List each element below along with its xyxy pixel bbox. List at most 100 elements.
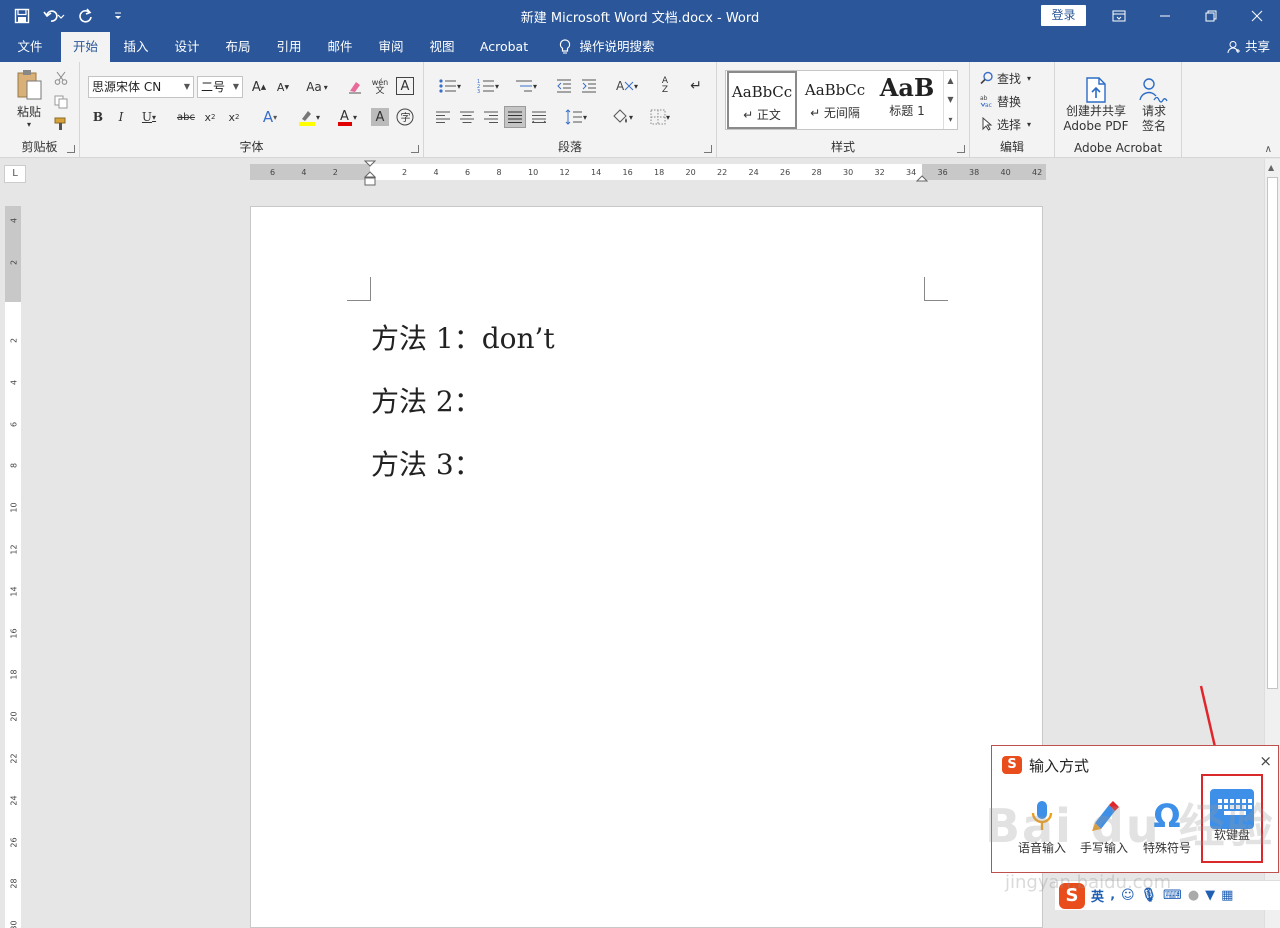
dialog-launcher-icon[interactable] (957, 145, 965, 153)
bold-icon[interactable]: B (89, 108, 107, 126)
tab-layout[interactable]: 布局 (216, 32, 260, 62)
gallery-scroll[interactable]: ▲ ▼ ▾ (943, 71, 957, 129)
align-left-icon[interactable] (434, 108, 452, 126)
tab-design[interactable]: 设计 (165, 32, 209, 62)
keyboard-icon[interactable]: ⌨ (1163, 888, 1182, 903)
create-share-pdf-button[interactable]: 创建并共享 Adobe PDF (1061, 70, 1131, 140)
borders-icon[interactable]: ▾ (644, 107, 676, 127)
punctuation-icon[interactable]: ‚ (1110, 888, 1115, 903)
login-button[interactable]: 登录 (1041, 5, 1086, 26)
highlight-color-icon[interactable]: ▾ (292, 107, 326, 127)
shrink-font-icon[interactable]: A ▼ (273, 77, 293, 97)
tab-references[interactable]: 引用 (267, 32, 311, 62)
user-icon[interactable]: ● (1188, 888, 1199, 903)
line-spacing-icon[interactable]: ▾ (560, 107, 592, 127)
tab-home[interactable]: 开始 (61, 32, 110, 62)
handwriting-input-button[interactable]: 手写输入 (1076, 796, 1132, 862)
language-mode-toggle[interactable]: 英 (1091, 886, 1104, 905)
request-signature-button[interactable]: 请求 签名 (1135, 70, 1173, 140)
restore-icon[interactable] (1188, 0, 1234, 32)
tab-view[interactable]: 视图 (420, 32, 464, 62)
select-button[interactable]: 选择 ▾ (980, 115, 1048, 133)
find-button[interactable]: 查找 ▾ (980, 69, 1048, 87)
character-border-icon[interactable]: A (396, 77, 414, 95)
paste-button[interactable]: 粘贴 ▾ (10, 68, 48, 130)
ribbon-display-options-icon[interactable] (1096, 0, 1142, 32)
change-case-button[interactable]: Aa ▾ (300, 77, 334, 97)
replace-button[interactable]: ab ac 替换 (980, 92, 1048, 110)
undo-icon[interactable] (42, 4, 66, 28)
decrease-indent-icon[interactable] (554, 76, 574, 96)
dialog-launcher-icon[interactable] (411, 145, 419, 153)
subscript-icon[interactable]: x2 (201, 108, 219, 126)
dialog-launcher-icon[interactable] (67, 145, 75, 153)
style-normal[interactable]: AaBbCc ↵ 正文 (727, 71, 797, 129)
numbering-icon[interactable]: 1 2 3 ▾ (472, 76, 504, 96)
share-button[interactable]: 共享 (1227, 32, 1270, 62)
text-effects-icon[interactable]: A ▾ (255, 107, 285, 127)
format-painter-icon[interactable] (52, 115, 70, 133)
redo-icon[interactable] (74, 4, 98, 28)
character-shading-icon[interactable]: A (371, 108, 389, 126)
increase-indent-icon[interactable] (579, 76, 599, 96)
italic-icon[interactable]: I (112, 108, 130, 126)
enclose-characters-icon[interactable]: 字 (395, 107, 415, 127)
special-symbols-button[interactable]: Ω 特殊符号 (1139, 796, 1195, 862)
doc-paragraph-2[interactable]: 方法 2： (371, 380, 482, 420)
chevron-down-icon[interactable]: ▼ (947, 95, 953, 104)
toolbox-icon[interactable]: ▦ (1221, 888, 1233, 903)
doc-paragraph-1[interactable]: 方法 1：don’t (371, 317, 555, 357)
doc-paragraph-3[interactable]: 方法 3： (371, 443, 482, 483)
tab-acrobat[interactable]: Acrobat (474, 32, 534, 62)
tab-insert[interactable]: 插入 (114, 32, 158, 62)
tab-mailings[interactable]: 邮件 (318, 32, 362, 62)
bullets-icon[interactable]: ▾ (434, 76, 466, 96)
scroll-thumb[interactable] (1267, 177, 1278, 689)
font-size-combo[interactable]: 二号 ▼ (197, 76, 243, 98)
tell-me-search[interactable]: 操作说明搜索 (552, 32, 662, 62)
align-center-icon[interactable] (458, 108, 476, 126)
microphone-icon[interactable]: 🎙 (1141, 888, 1158, 903)
gallery-more-icon[interactable]: ▾ (948, 115, 952, 124)
indent-marker-icon[interactable] (364, 160, 376, 188)
horizontal-ruler[interactable]: 6 4 2 2 4 6 8 10 12 14 16 18 20 22 24 26 28 30 32 34 36 38 40 4… (250, 160, 1046, 186)
grow-font-icon[interactable]: A ▲ (249, 77, 269, 97)
distributed-icon[interactable] (530, 108, 548, 126)
dialog-launcher-icon[interactable] (704, 145, 712, 153)
save-icon[interactable] (10, 4, 34, 28)
style-heading-1[interactable]: AaB 标题 1 (872, 71, 942, 129)
close-icon[interactable] (1234, 0, 1280, 32)
phonetic-guide-icon[interactable]: wén 文 (370, 75, 390, 99)
chevron-up-icon[interactable]: ▲ (947, 76, 953, 85)
document-page[interactable]: 方法 1：don’t 方法 2： 方法 3： (250, 206, 1043, 928)
clear-formatting-icon[interactable] (345, 77, 365, 97)
minimize-icon[interactable] (1142, 0, 1188, 32)
copy-icon[interactable] (52, 93, 70, 111)
align-right-icon[interactable] (482, 108, 500, 126)
justify-icon[interactable] (504, 106, 526, 128)
style-no-spacing[interactable]: AaBbCc ↵ 无间隔 (800, 71, 870, 129)
voice-input-button[interactable]: 语音输入 (1014, 796, 1070, 862)
collapse-ribbon-icon[interactable]: ∧ (1265, 144, 1272, 155)
right-indent-marker-icon[interactable] (916, 172, 928, 182)
tab-file[interactable]: 文件 (8, 32, 52, 62)
strikethrough-icon[interactable]: abc (175, 108, 197, 126)
chinese-layout-icon[interactable]: A ▾ (611, 76, 643, 96)
customize-qat-icon[interactable] (106, 4, 130, 28)
tab-review[interactable]: 审阅 (369, 32, 413, 62)
scroll-up-icon[interactable]: ▲ (1268, 163, 1274, 172)
vertical-ruler[interactable]: 4 2 2 4 6 8 10 12 14 16 18 20 22 24 26 28 30 (5, 206, 21, 928)
shading-icon[interactable]: ▾ (606, 107, 638, 127)
underline-icon[interactable]: U ▾ (137, 108, 161, 126)
superscript-icon[interactable]: x2 (225, 108, 243, 126)
emoji-icon[interactable]: ☺ (1121, 888, 1135, 903)
multilevel-list-icon[interactable]: ▾ (510, 76, 542, 96)
cut-icon[interactable] (52, 69, 70, 87)
skin-icon[interactable]: ▼ (1205, 888, 1215, 903)
tab-selector[interactable]: L (4, 165, 26, 183)
close-icon[interactable]: × (1259, 752, 1272, 770)
font-color-icon[interactable]: A ▾ (332, 107, 362, 127)
sort-icon[interactable]: AZ (655, 76, 675, 96)
font-name-combo[interactable]: 思源宋体 CN ▼ (88, 76, 194, 98)
sogou-logo-icon[interactable]: S (1059, 882, 1085, 909)
